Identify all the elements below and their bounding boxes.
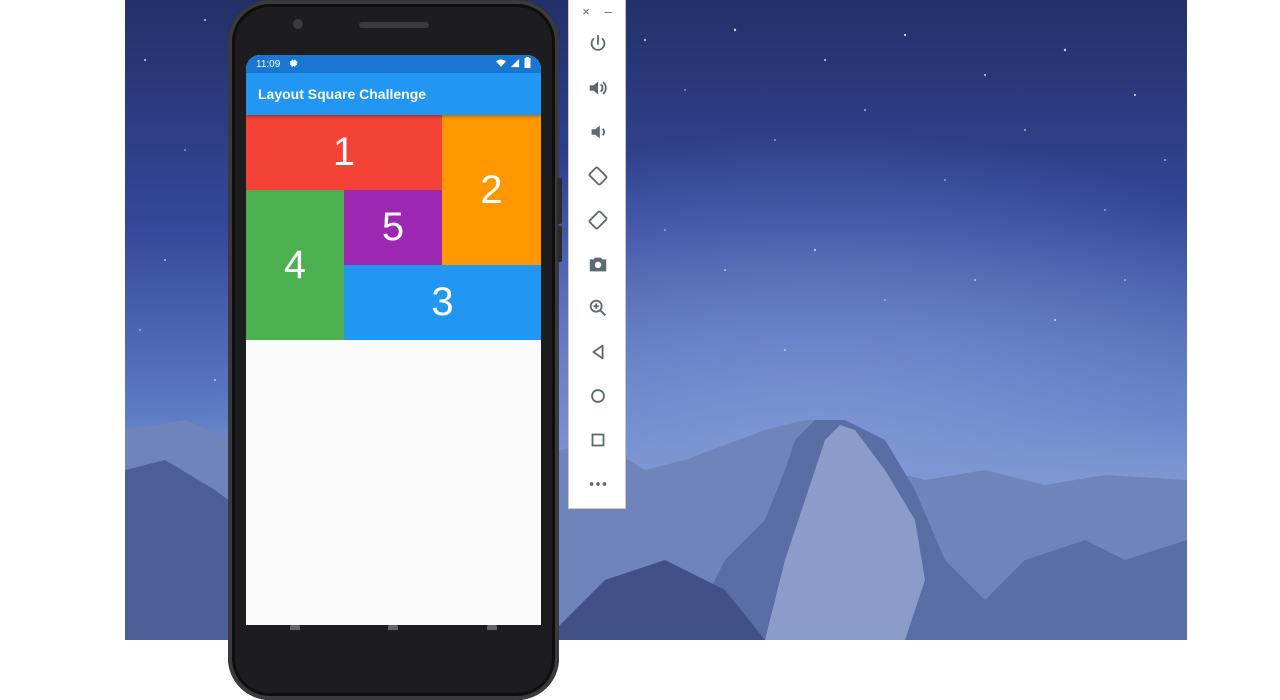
volume-up-icon — [589, 81, 607, 95]
phone-screen: 11:09 Layout Square Challenge 1 2 4 5 3 — [246, 55, 541, 625]
rotate-left-button[interactable] — [569, 154, 627, 198]
status-time: 11:09 — [256, 58, 281, 70]
more-button[interactable] — [569, 462, 627, 506]
front-camera — [293, 19, 303, 29]
status-bar: 11:09 — [246, 55, 541, 73]
tile-3[interactable]: 3 — [344, 265, 541, 340]
tile-4[interactable]: 4 — [246, 190, 344, 340]
phone-volume-button[interactable] — [557, 226, 562, 262]
tile-2[interactable]: 2 — [442, 115, 541, 265]
power-button[interactable] — [569, 22, 627, 66]
overview-button[interactable] — [569, 418, 627, 462]
toolbar-window-controls: × – — [569, 0, 625, 22]
volume-down-button[interactable] — [569, 110, 627, 154]
signal-icon — [510, 58, 520, 71]
rotate-right-button[interactable] — [569, 198, 627, 242]
tile-5[interactable]: 5 — [344, 190, 442, 265]
minimize-icon[interactable]: – — [604, 5, 611, 18]
overview-icon — [591, 433, 605, 447]
home-icon — [591, 389, 605, 403]
back-button[interactable] — [569, 330, 627, 374]
zoom-icon — [589, 299, 606, 316]
app-bar: Layout Square Challenge — [246, 73, 541, 115]
tile-4-label: 4 — [283, 242, 307, 287]
earpiece-speaker — [359, 22, 429, 28]
screenshot-button[interactable] — [569, 242, 627, 286]
phone-navigation-bar — [246, 625, 541, 645]
tile-3-label: 3 — [431, 280, 454, 324]
app-bar-title: Layout Square Challenge — [258, 86, 427, 102]
phone-frame: 11:09 Layout Square Challenge 1 2 4 5 3 — [228, 0, 562, 700]
emulator-toolbar: × – — [568, 0, 626, 509]
gear-icon — [288, 58, 298, 71]
power-icon — [590, 34, 606, 51]
nav-home-icon[interactable] — [388, 625, 399, 630]
more-icon — [589, 482, 607, 486]
zoom-button[interactable] — [569, 286, 627, 330]
back-icon — [592, 344, 604, 360]
volume-down-icon — [591, 125, 605, 139]
volume-up-button[interactable] — [569, 66, 627, 110]
camera-icon — [589, 257, 607, 272]
rotate-left-icon — [588, 166, 608, 186]
home-button[interactable] — [569, 374, 627, 418]
battery-icon — [524, 57, 531, 71]
nav-back-icon[interactable] — [290, 625, 301, 630]
wifi-icon — [496, 58, 506, 71]
phone-side-button[interactable] — [557, 178, 562, 224]
tile-1[interactable]: 1 — [246, 115, 442, 190]
close-icon[interactable]: × — [582, 5, 590, 18]
tile-5-label: 5 — [381, 205, 405, 249]
tile-1-label: 1 — [332, 130, 356, 174]
tile-grid: 1 2 4 5 3 — [246, 115, 541, 340]
tile-2-label: 2 — [480, 167, 503, 212]
nav-recents-icon[interactable] — [486, 625, 497, 630]
rotate-right-icon — [588, 210, 608, 230]
